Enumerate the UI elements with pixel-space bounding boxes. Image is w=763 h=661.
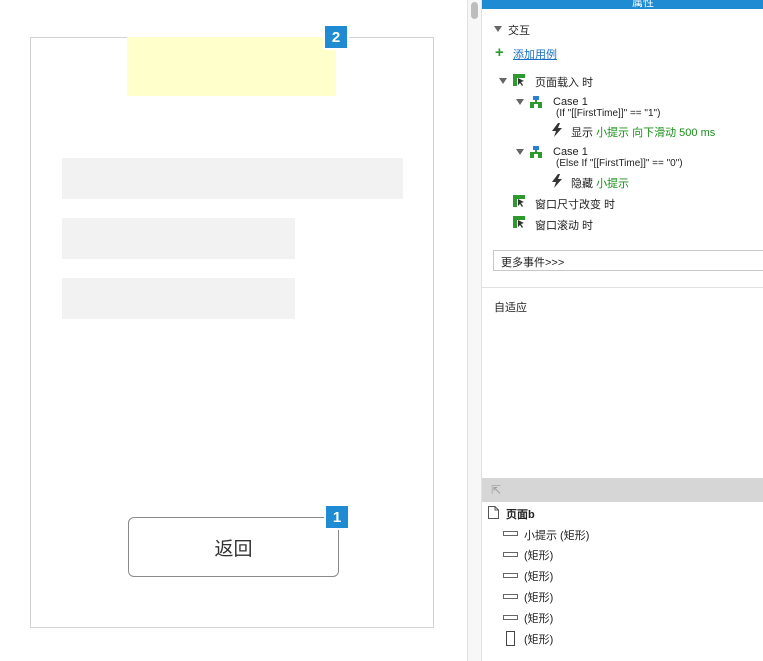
rectangle-icon	[503, 573, 518, 578]
rectangle-icon	[503, 531, 518, 536]
action-detail: 小提示	[596, 178, 630, 190]
action-detail: 小提示 向下滑动 500 ms	[596, 127, 716, 139]
outline-item[interactable]: (矩形)	[524, 547, 553, 563]
rectangle-icon	[503, 615, 518, 620]
case-branch-icon	[530, 96, 542, 108]
outline-toolbar: ⇱	[482, 478, 763, 502]
case-branch-icon	[530, 146, 542, 158]
tall-rectangle-icon	[506, 631, 515, 646]
case-2-title[interactable]: Case 1	[553, 146, 588, 158]
outline-item[interactable]: (矩形)	[524, 610, 553, 626]
chevron-down-icon[interactable]	[494, 26, 502, 32]
plus-icon[interactable]: +	[495, 45, 504, 60]
design-canvas[interactable]: 2 返回 1	[0, 0, 467, 661]
lightning-icon	[552, 174, 562, 188]
case-2-condition: (Else If "[[FirstTime]]" == "0")	[556, 158, 683, 169]
outline-item[interactable]: (矩形)	[524, 631, 553, 647]
expand-caret-icon[interactable]	[516, 149, 524, 155]
scrollbar-thumb[interactable]	[471, 2, 478, 19]
placeholder-rectangle-1[interactable]	[62, 158, 403, 199]
adaptive-section-title[interactable]: 自适应	[494, 299, 527, 315]
tip-rectangle[interactable]	[127, 37, 336, 96]
expand-caret-icon[interactable]	[516, 99, 524, 105]
canvas-scrollbar[interactable]	[467, 0, 482, 661]
collapse-arrow-icon[interactable]: ⇱	[491, 483, 501, 497]
rectangle-icon	[503, 594, 518, 599]
window-scroll-event[interactable]: 窗口滚动 时	[535, 217, 593, 233]
outline-item[interactable]: 小提示 (矩形)	[524, 527, 589, 543]
rectangle-icon	[503, 552, 518, 557]
page-load-event[interactable]: 页面载入 时	[535, 74, 593, 90]
annotation-marker-2[interactable]: 2	[323, 24, 349, 50]
panel-title: 属性	[632, 0, 654, 9]
case-1-title[interactable]: Case 1	[553, 96, 588, 108]
back-button[interactable]: 返回	[128, 517, 339, 577]
case-1-action[interactable]: 显示 小提示 向下滑动 500 ms	[571, 124, 715, 140]
event-cursor-icon	[513, 195, 525, 207]
placeholder-rectangle-3[interactable]	[62, 278, 295, 319]
properties-panel: 属性 交互 + 添加用例 页面载入 时 Case 1 (If "[[FirstT…	[482, 0, 763, 661]
action-verb: 显示	[571, 127, 593, 139]
case-1-condition: (If "[[FirstTime]]" == "1")	[556, 108, 661, 119]
add-case-link[interactable]: 添加用例	[513, 46, 557, 62]
interaction-section-title[interactable]: 交互	[508, 22, 530, 38]
more-events-dropdown[interactable]: 更多事件>>>	[493, 250, 763, 271]
event-cursor-icon	[513, 216, 525, 228]
action-verb: 隐藏	[571, 178, 593, 190]
more-events-label: 更多事件>>>	[501, 257, 565, 269]
outline-item[interactable]: (矩形)	[524, 589, 553, 605]
event-cursor-icon	[513, 74, 525, 86]
outline-item[interactable]: (矩形)	[524, 568, 553, 584]
section-divider	[482, 287, 763, 288]
outline-page-name[interactable]: 页面b	[506, 506, 535, 522]
annotation-marker-1[interactable]: 1	[324, 504, 350, 530]
placeholder-rectangle-2[interactable]	[62, 218, 295, 259]
page-icon	[488, 506, 499, 519]
window-resize-event[interactable]: 窗口尺寸改变 时	[535, 196, 615, 212]
case-2-action[interactable]: 隐藏 小提示	[571, 175, 629, 191]
panel-header: 属性	[482, 0, 763, 9]
expand-caret-icon[interactable]	[499, 78, 507, 84]
lightning-icon	[552, 123, 562, 137]
